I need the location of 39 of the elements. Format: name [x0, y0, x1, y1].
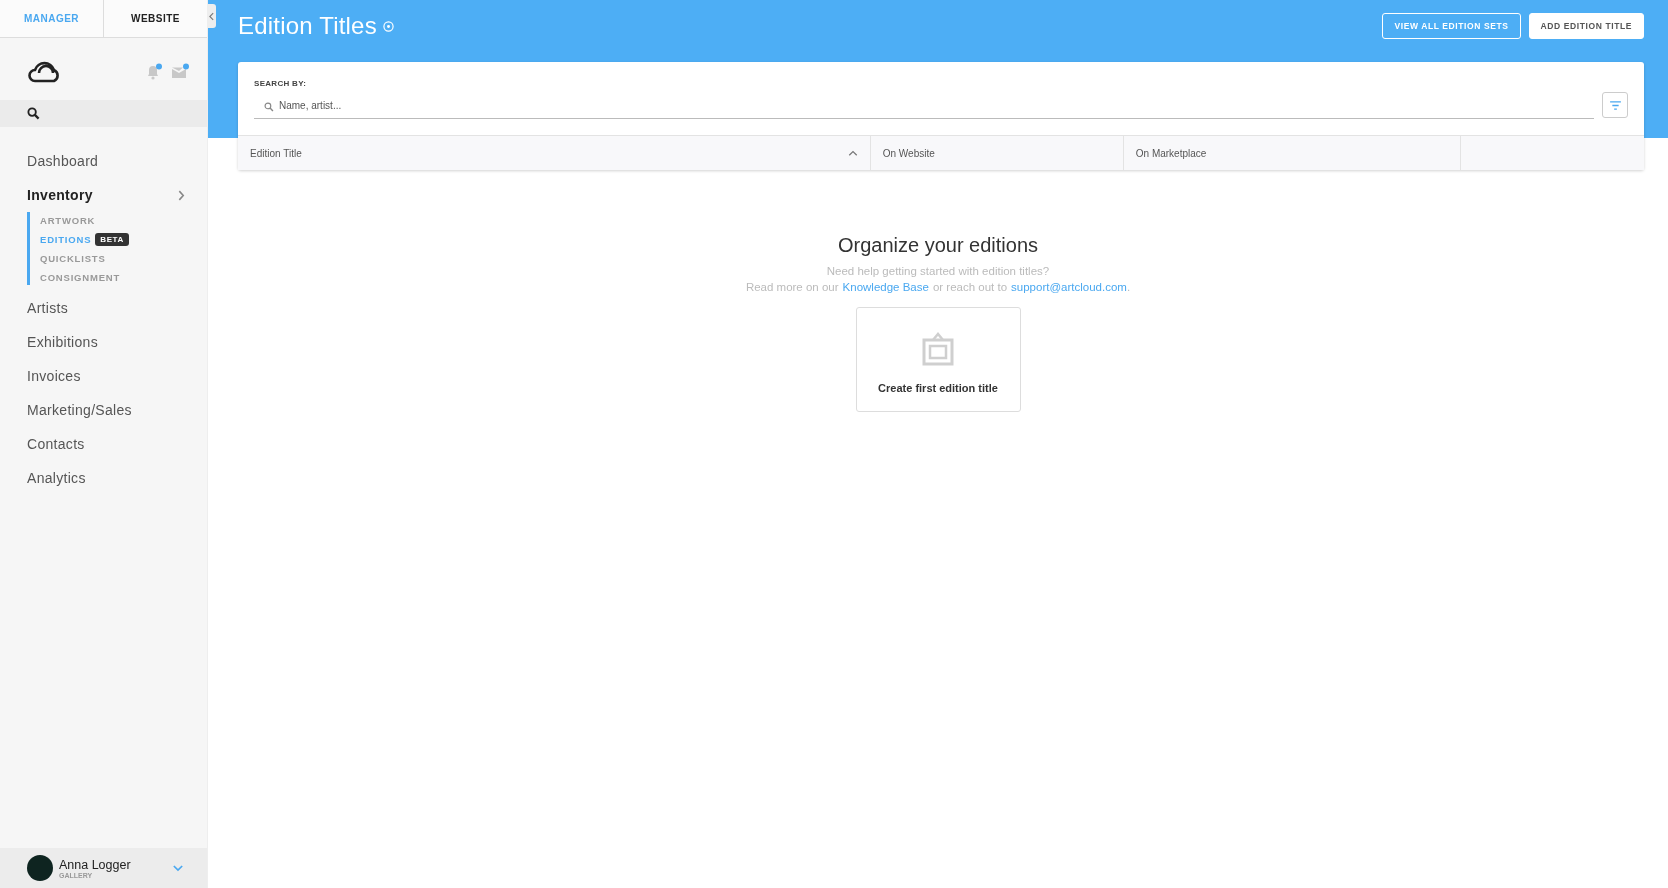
nav-item[interactable]: Dashboard — [0, 144, 207, 178]
nav-item[interactable]: Invoices — [0, 359, 207, 393]
sidebar-tab[interactable]: WEBSITE — [104, 0, 207, 37]
nav-item[interactable]: Contacts — [0, 427, 207, 461]
column-header[interactable]: On Website — [870, 136, 1124, 170]
page-title: Edition Titles — [238, 12, 377, 40]
nav-item[interactable]: Analytics — [0, 461, 207, 495]
help-icon[interactable] — [382, 20, 394, 32]
search-field[interactable]: Name, artist... — [254, 94, 1594, 119]
chevron-left-icon — [209, 11, 214, 21]
mail-icon[interactable] — [171, 63, 189, 81]
picture-frame-icon — [922, 332, 954, 366]
cloud-logo-icon — [27, 60, 61, 84]
collapse-sidebar-button[interactable] — [207, 4, 216, 28]
chevron-down-icon — [173, 864, 183, 872]
help-text: or reach out to — [932, 280, 1008, 295]
nav-item[interactable]: Exhibitions — [0, 325, 207, 359]
notification-bell-icon[interactable] — [145, 63, 163, 81]
nav-item[interactable]: Marketing/Sales — [0, 393, 207, 427]
nav-item[interactable]: Inventory — [0, 178, 207, 212]
empty-state-title: Organize your editions — [837, 234, 1039, 257]
filter-icon — [1608, 100, 1622, 110]
avatar — [27, 855, 53, 881]
search-label: SEARCH BY: — [254, 79, 308, 88]
period-text: . — [1126, 281, 1131, 293]
column-header[interactable]: Edition Title — [238, 136, 871, 170]
search-icon — [264, 102, 274, 112]
help-text: Read more on our — [745, 280, 839, 295]
search-icon — [27, 107, 40, 120]
sort-ascending-icon — [847, 150, 858, 156]
create-edition-title-button[interactable]: Create first edition title — [855, 307, 1021, 412]
nav-item[interactable]: Artists — [0, 291, 207, 325]
help-text: Need help getting started with edition titles? — [826, 264, 1050, 279]
user-name: Anna Logger — [59, 857, 132, 872]
filter-button[interactable] — [1602, 92, 1628, 118]
header-button[interactable]: ADD EDITION TITLE — [1528, 13, 1644, 39]
chevron-right-icon — [178, 189, 185, 201]
column-header[interactable]: On Marketplace — [1123, 136, 1462, 170]
beta-badge: BETA — [95, 232, 129, 246]
